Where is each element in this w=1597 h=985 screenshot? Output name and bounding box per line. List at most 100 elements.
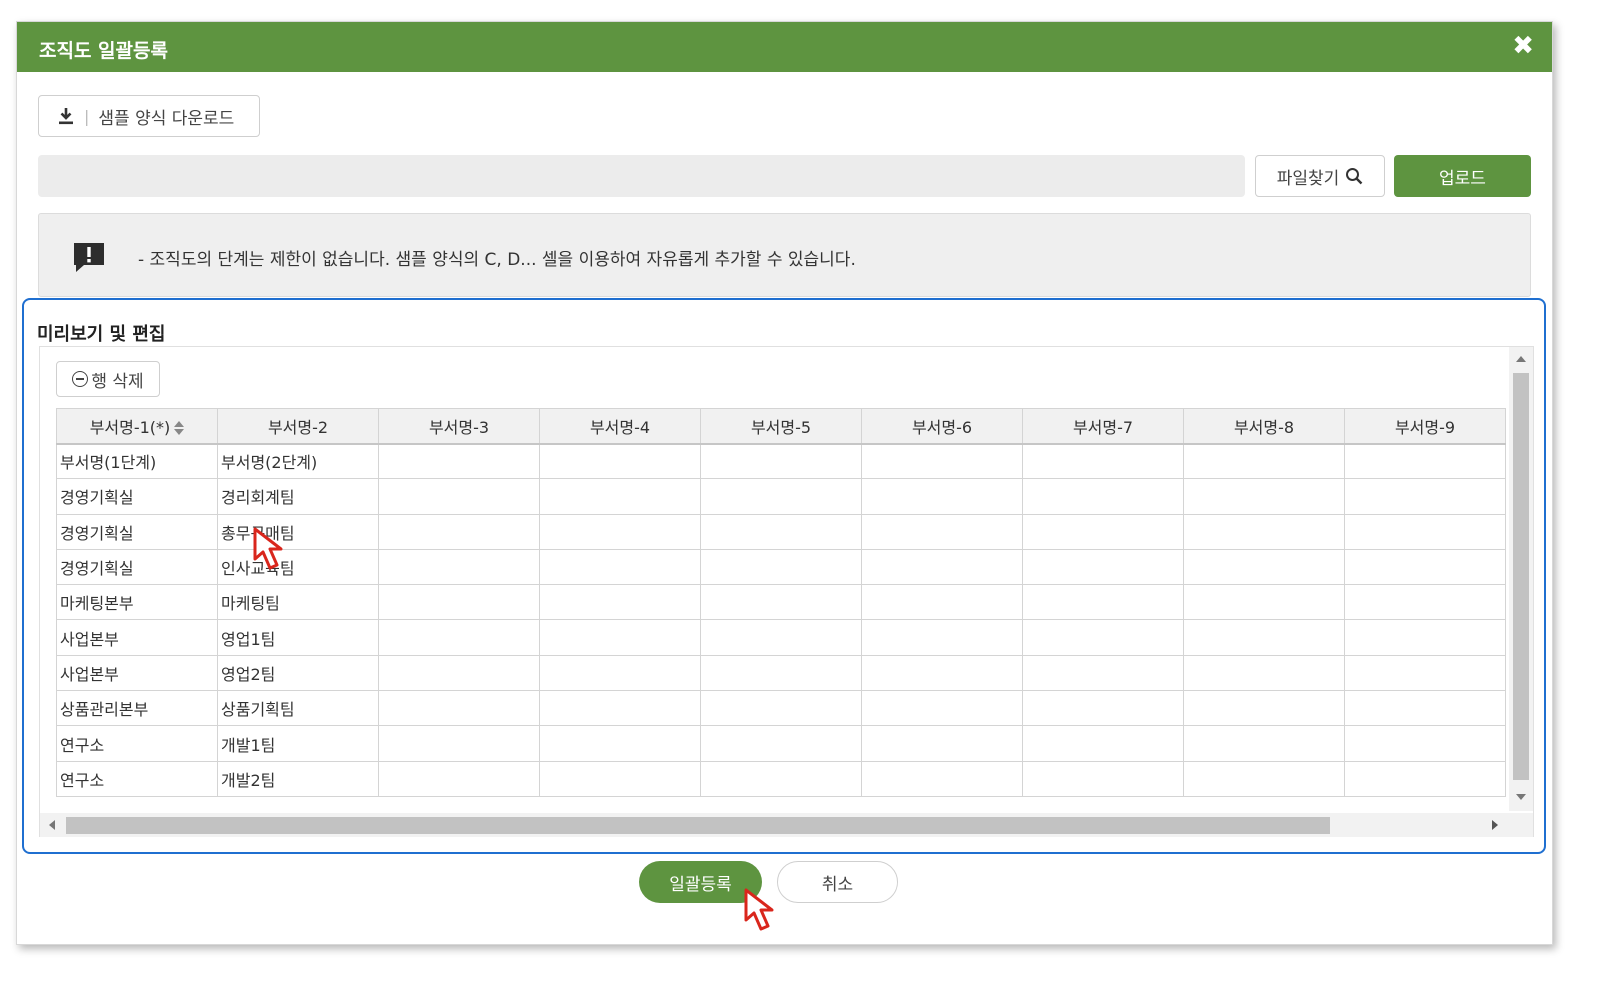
scroll-up-icon[interactable] xyxy=(1516,356,1526,362)
table-cell[interactable] xyxy=(1344,690,1506,727)
table-cell[interactable] xyxy=(1344,619,1506,656)
table-cell[interactable]: 상품관리본부 xyxy=(56,690,218,727)
table-cell[interactable] xyxy=(539,442,701,480)
table-cell[interactable] xyxy=(378,619,540,656)
table-cell[interactable] xyxy=(861,725,1023,762)
column-header[interactable]: 부서명-1(*) xyxy=(56,408,218,445)
column-header[interactable]: 부서명-2 xyxy=(217,408,379,445)
horizontal-scrollbar[interactable] xyxy=(40,813,1533,837)
table-cell[interactable] xyxy=(1344,442,1506,480)
table-cell[interactable] xyxy=(700,478,862,515)
table-cell[interactable] xyxy=(1183,690,1345,727)
table-cell[interactable] xyxy=(1183,619,1345,656)
table-cell[interactable] xyxy=(1022,548,1184,586)
table-cell[interactable] xyxy=(1183,548,1345,586)
table-cell[interactable]: 사업본부 xyxy=(56,654,218,692)
table-cell[interactable] xyxy=(378,478,540,515)
table-cell[interactable]: 부서명(2단계) xyxy=(217,442,379,480)
column-header[interactable]: 부서명-3 xyxy=(378,408,540,445)
table-cell[interactable] xyxy=(1183,513,1345,550)
table-cell[interactable] xyxy=(861,513,1023,550)
table-cell[interactable] xyxy=(700,760,862,797)
table-cell[interactable]: 경영기획실 xyxy=(56,513,218,550)
horizontal-scroll-thumb[interactable] xyxy=(66,817,1330,834)
table-cell[interactable] xyxy=(700,619,862,656)
table-cell[interactable] xyxy=(861,548,1023,586)
table-cell[interactable] xyxy=(861,442,1023,480)
table-cell[interactable] xyxy=(861,584,1023,621)
table-cell[interactable]: 영업1팀 xyxy=(217,619,379,656)
table-cell[interactable] xyxy=(1022,654,1184,692)
table-cell[interactable] xyxy=(1022,725,1184,762)
table-cell[interactable]: 개발2팀 xyxy=(217,760,379,797)
table-cell[interactable] xyxy=(700,725,862,762)
scroll-down-icon[interactable] xyxy=(1516,794,1526,800)
table-cell[interactable] xyxy=(1183,478,1345,515)
table-cell[interactable] xyxy=(1183,442,1345,480)
table-cell[interactable]: 연구소 xyxy=(56,725,218,762)
file-path-input[interactable] xyxy=(38,155,1245,197)
column-header[interactable]: 부서명-8 xyxy=(1183,408,1345,445)
table-cell[interactable] xyxy=(1344,584,1506,621)
table-cell[interactable] xyxy=(539,725,701,762)
table-cell[interactable] xyxy=(1344,725,1506,762)
table-cell[interactable] xyxy=(539,690,701,727)
table-cell[interactable]: 경영기획실 xyxy=(56,548,218,586)
column-header[interactable]: 부서명-6 xyxy=(861,408,1023,445)
vertical-scrollbar[interactable] xyxy=(1509,347,1533,811)
table-cell[interactable] xyxy=(700,584,862,621)
table-cell[interactable] xyxy=(1022,619,1184,656)
table-cell[interactable] xyxy=(539,548,701,586)
table-cell[interactable] xyxy=(861,690,1023,727)
table-cell[interactable] xyxy=(700,654,862,692)
table-cell[interactable] xyxy=(378,690,540,727)
column-header[interactable]: 부서명-7 xyxy=(1022,408,1184,445)
table-cell[interactable]: 사업본부 xyxy=(56,619,218,656)
table-cell[interactable] xyxy=(539,619,701,656)
table-cell[interactable] xyxy=(378,760,540,797)
table-cell[interactable] xyxy=(1183,584,1345,621)
column-header[interactable]: 부서명-5 xyxy=(700,408,862,445)
table-cell[interactable] xyxy=(378,584,540,621)
column-header[interactable]: 부서명-4 xyxy=(539,408,701,445)
table-cell[interactable] xyxy=(861,760,1023,797)
table-cell[interactable] xyxy=(700,548,862,586)
table-cell[interactable]: 개발1팀 xyxy=(217,725,379,762)
upload-button[interactable]: 업로드 xyxy=(1394,155,1531,197)
table-cell[interactable] xyxy=(861,478,1023,515)
table-cell[interactable] xyxy=(861,619,1023,656)
table-cell[interactable]: 상품기획팀 xyxy=(217,690,379,727)
table-cell[interactable] xyxy=(378,513,540,550)
table-cell[interactable] xyxy=(378,654,540,692)
table-cell[interactable]: 연구소 xyxy=(56,760,218,797)
table-cell[interactable] xyxy=(539,584,701,621)
sample-download-button[interactable]: | 샘플 양식 다운로드 xyxy=(38,95,260,137)
table-cell[interactable] xyxy=(1022,442,1184,480)
table-cell[interactable]: 마케팅본부 xyxy=(56,584,218,621)
table-cell[interactable] xyxy=(1344,548,1506,586)
table-cell[interactable] xyxy=(378,548,540,586)
table-cell[interactable] xyxy=(1183,760,1345,797)
delete-row-button[interactable]: 행 삭제 xyxy=(56,361,160,397)
table-cell[interactable] xyxy=(1344,478,1506,515)
table-cell[interactable] xyxy=(700,442,862,480)
table-cell[interactable] xyxy=(539,478,701,515)
table-cell[interactable] xyxy=(378,442,540,480)
table-cell[interactable]: 경리회계팀 xyxy=(217,478,379,515)
scroll-right-icon[interactable] xyxy=(1492,820,1498,830)
table-cell[interactable] xyxy=(1183,654,1345,692)
table-cell[interactable] xyxy=(539,654,701,692)
table-cell[interactable] xyxy=(1344,760,1506,797)
table-cell[interactable]: 총무구매팀 xyxy=(217,513,379,550)
table-cell[interactable] xyxy=(378,725,540,762)
table-cell[interactable] xyxy=(700,513,862,550)
table-cell[interactable]: 경영기획실 xyxy=(56,478,218,515)
find-file-button[interactable]: 파일찾기 xyxy=(1255,155,1385,197)
table-cell[interactable] xyxy=(539,760,701,797)
close-icon[interactable]: ✖ xyxy=(1512,32,1534,60)
scroll-left-icon[interactable] xyxy=(49,820,55,830)
table-cell[interactable] xyxy=(1022,584,1184,621)
table-cell[interactable] xyxy=(1022,513,1184,550)
table-cell[interactable] xyxy=(861,654,1023,692)
table-cell[interactable] xyxy=(700,690,862,727)
